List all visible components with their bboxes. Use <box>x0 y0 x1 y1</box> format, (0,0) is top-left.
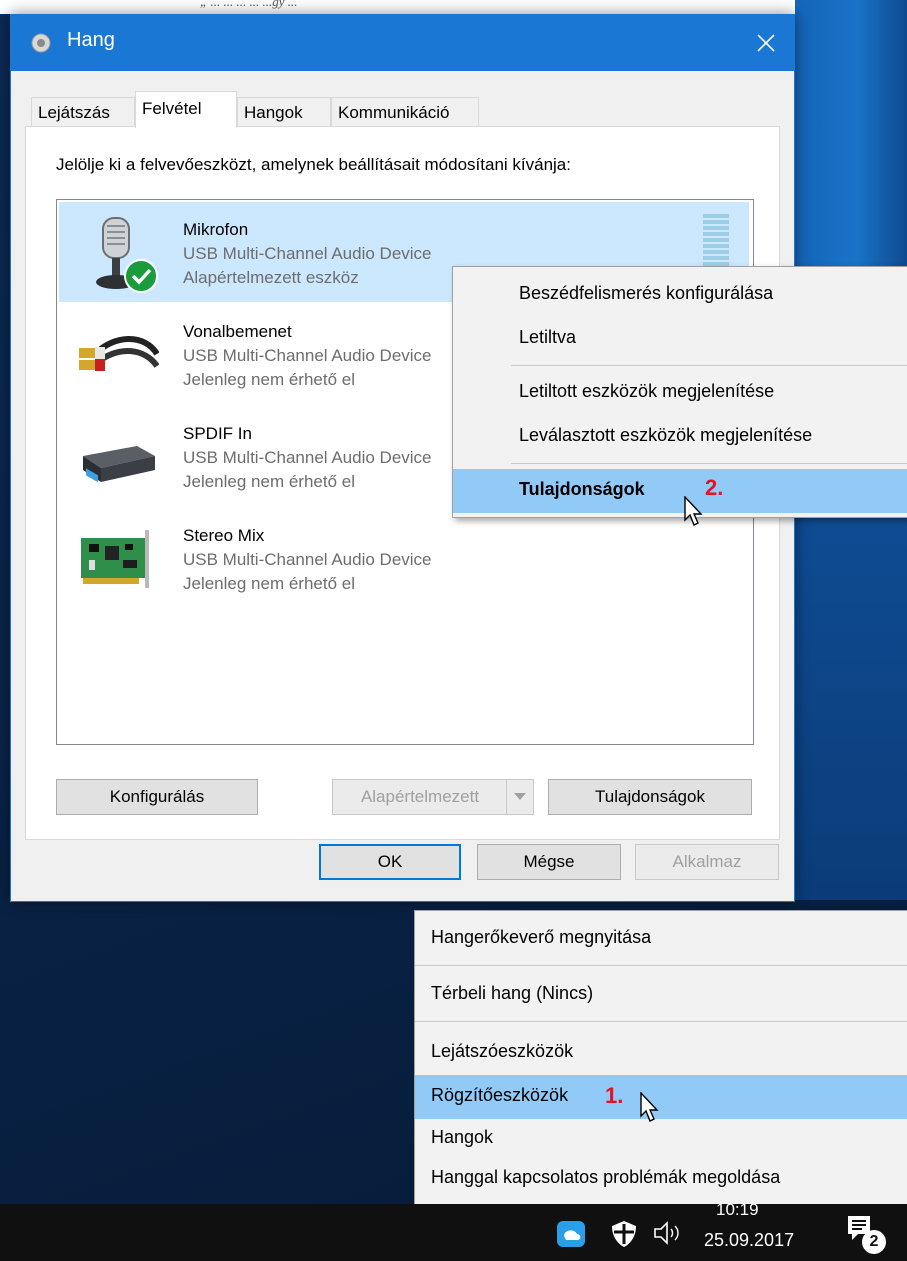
menu-item-spatial-sound[interactable]: Térbeli hang (Nincs) <box>415 973 907 1017</box>
menu-separator <box>511 365 907 366</box>
menu-item-show-disconnected[interactable]: Leválasztott eszközök megjelenítése <box>453 415 907 459</box>
menu-item-disabled[interactable]: Letiltva <box>453 317 907 361</box>
spdif-box-icon <box>83 446 155 483</box>
default-check-icon <box>124 259 158 293</box>
menu-item-label: Lejátszóeszközök <box>431 1041 574 1061</box>
device-description: USB Multi-Channel Audio Device <box>183 448 432 467</box>
device-row-stereo-mix[interactable]: Stereo Mix USB Multi-Channel Audio Devic… <box>59 508 749 608</box>
step-number-2: 2. <box>705 475 724 500</box>
menu-item-show-disabled[interactable]: Letiltott eszközök megjelenítése <box>453 371 907 415</box>
menu-item-label: Tulajdonságok <box>519 479 645 499</box>
device-name: SPDIF In <box>183 424 252 443</box>
speaker-volume-icon[interactable] <box>652 1220 684 1246</box>
menu-item-speech-recognition[interactable]: Beszédfelismerés konfigurálása <box>453 273 907 317</box>
cancel-button[interactable]: Mégse <box>477 844 621 880</box>
tab-sounds[interactable]: Hangok <box>237 97 331 127</box>
sound-card-icon <box>81 530 149 588</box>
tray-context-menu: Hangerőkeverő megnyitása Térbeli hang (N… <box>414 910 907 1206</box>
device-status: Jelenleg nem érhető el <box>183 472 356 491</box>
menu-separator <box>415 1021 907 1022</box>
menu-item-label: Térbeli hang (Nincs) <box>431 983 594 1003</box>
close-button[interactable] <box>738 15 794 71</box>
menu-item-label: Letiltott eszközök megjelenítése <box>519 381 775 401</box>
device-status: Alapértelmezett eszköz <box>183 268 359 287</box>
menu-item-label: Beszédfelismerés konfigurálása <box>519 283 774 303</box>
notification-count-badge: 2 <box>862 1230 886 1254</box>
device-status: Jelenleg nem érhető el <box>183 574 356 593</box>
dropdown-arrow-button[interactable] <box>506 780 533 814</box>
device-context-menu: Beszédfelismerés konfigurálása Letiltva … <box>452 266 907 518</box>
device-name: Vonalbemenet <box>183 322 292 341</box>
menu-item-label: Letiltva <box>519 327 577 347</box>
menu-item-label: Hangerőkeverő megnyitása <box>431 927 652 947</box>
title-bar[interactable]: Hang <box>11 15 794 71</box>
security-shield-icon[interactable] <box>610 1220 638 1248</box>
chevron-down-icon <box>514 793 526 800</box>
device-description: USB Multi-Channel Audio Device <box>183 550 432 569</box>
menu-item-volume-mixer[interactable]: Hangerőkeverő megnyitása <box>415 917 907 961</box>
device-description: USB Multi-Channel Audio Device <box>183 346 432 365</box>
menu-item-troubleshoot[interactable]: Hanggal kapcsolatos problémák megoldása <box>415 1157 907 1201</box>
properties-button[interactable]: Tulajdonságok <box>548 779 752 815</box>
menu-item-label: Hanggal kapcsolatos problémák megoldása <box>431 1167 781 1187</box>
speaker-app-icon <box>31 33 51 53</box>
menu-item-label: Leválasztott eszközök megjelenítése <box>519 425 813 445</box>
rca-cable-icon <box>79 336 159 371</box>
action-center-button[interactable]: 2 <box>846 1214 886 1258</box>
top-strip-text: „ ... ... ... ... ...gy ... <box>200 0 298 9</box>
ok-button[interactable]: OK <box>319 844 461 880</box>
device-status: Jelenleg nem érhető el <box>183 370 356 389</box>
step-number-1: 1. <box>605 1083 624 1108</box>
mouse-cursor-icon <box>684 496 703 526</box>
apply-button[interactable]: Alkalmaz <box>635 844 779 880</box>
clock-time[interactable]: 10:19 <box>716 1200 759 1220</box>
instruction-text: Jelölje ki a felvevőeszközt, amelynek be… <box>56 155 571 174</box>
device-name: Mikrofon <box>183 220 249 239</box>
top-strip: „ ... ... ... ... ...gy ... <box>0 0 907 14</box>
tab-recording[interactable]: Felvétel <box>135 91 237 128</box>
dialog-title: Hang <box>67 29 115 51</box>
menu-item-playback-devices[interactable]: Lejátszóeszközök <box>415 1031 907 1075</box>
menu-item-label: Hangok <box>431 1127 494 1147</box>
device-name: Stereo Mix <box>183 526 265 545</box>
clock-date[interactable]: 25.09.2017 <box>704 1230 794 1251</box>
close-icon <box>757 34 775 52</box>
tab-communications[interactable]: Kommunikáció <box>331 97 479 127</box>
menu-separator <box>415 965 907 966</box>
menu-item-label: Rögzítőeszközök <box>431 1085 569 1105</box>
menu-item-properties[interactable]: Tulajdonságok 2. <box>453 469 907 513</box>
tab-playback[interactable]: Lejátszás <box>31 97 135 127</box>
configure-button[interactable]: Konfigurálás <box>56 779 258 815</box>
device-description: USB Multi-Channel Audio Device <box>183 244 432 263</box>
onedrive-icon[interactable] <box>556 1220 586 1248</box>
set-default-label: Alapértelmezett <box>360 787 480 806</box>
set-default-split-button[interactable]: Alapértelmezett <box>332 779 534 815</box>
taskbar: 10:19 25.09.2017 2 <box>0 1200 907 1261</box>
menu-separator <box>511 463 907 464</box>
mouse-cursor-icon <box>640 1092 659 1122</box>
